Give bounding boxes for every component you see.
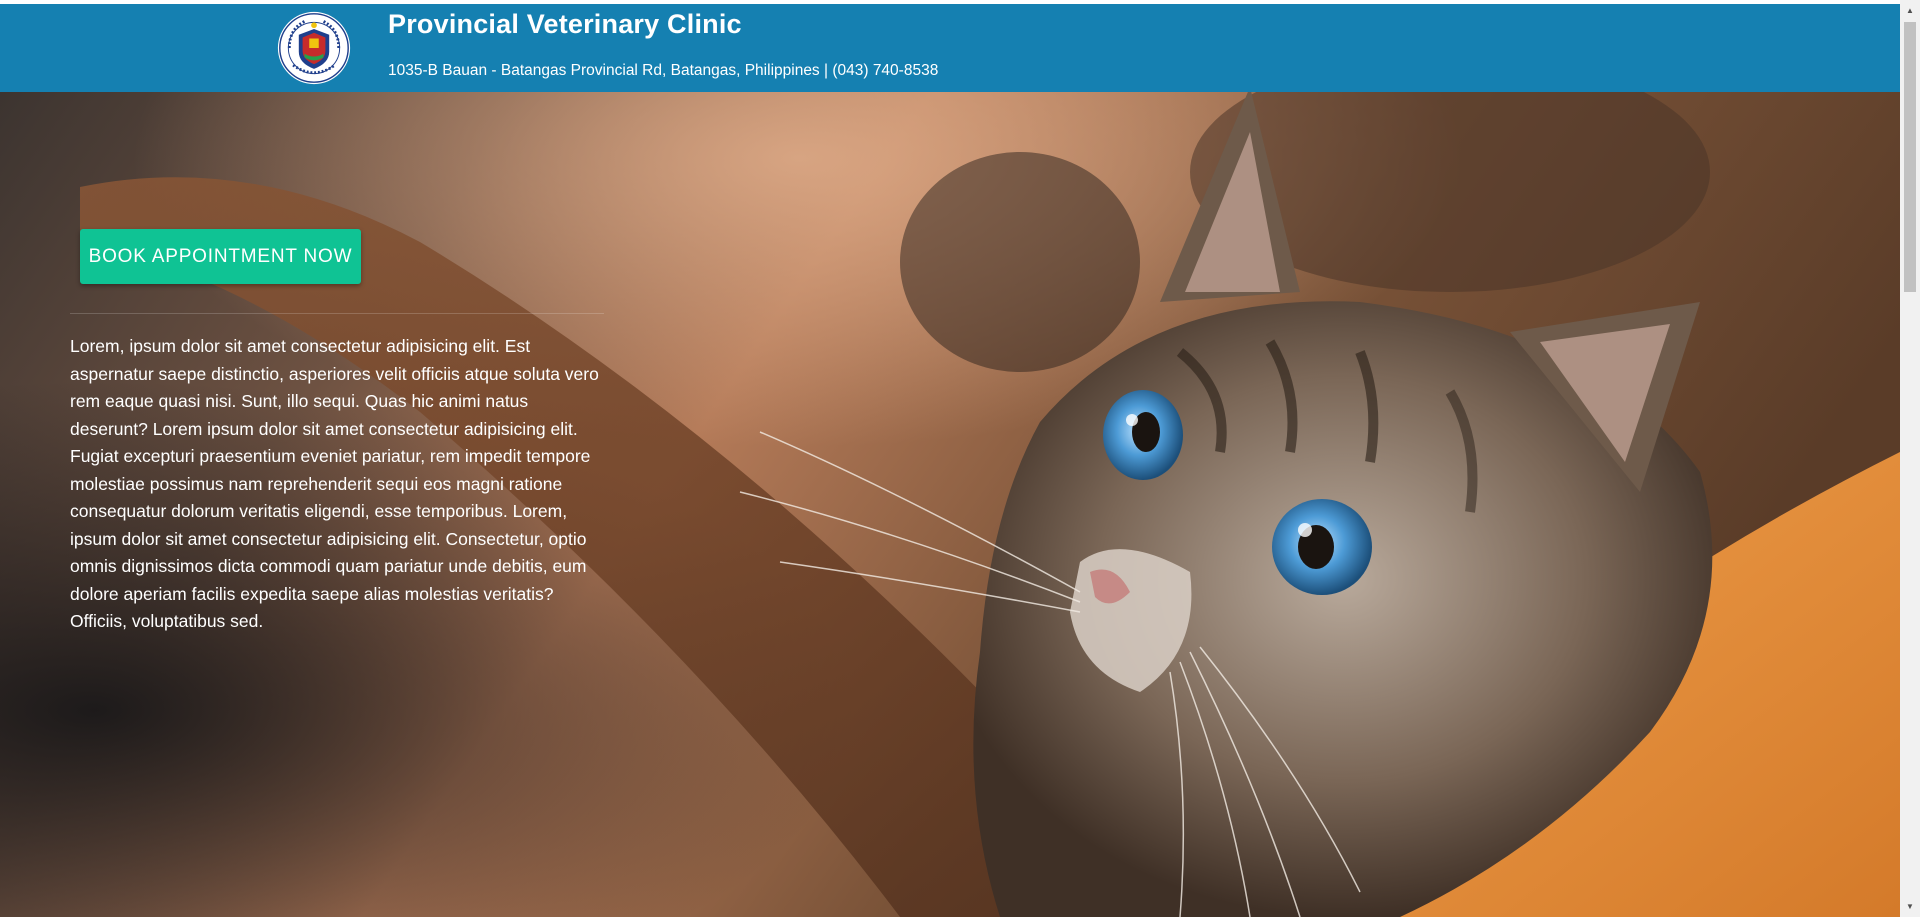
hero-section: BOOK APPOINTMENT NOW Lorem, ipsum dolor …: [0, 92, 1900, 917]
page: Provincial Veterinary Clinic 1035-B Baua…: [0, 0, 1920, 917]
scrollbar-thumb[interactable]: [1904, 22, 1916, 292]
hero-divider: [70, 313, 604, 314]
provincial-seal-logo[interactable]: [276, 10, 352, 86]
site-title: Provincial Veterinary Clinic: [388, 9, 742, 39]
triangle-up-icon[interactable]: ▲: [1900, 2, 1920, 19]
clinic-address: 1035-B Bauan - Batangas Provincial Rd, B…: [388, 62, 939, 79]
site-header: Provincial Veterinary Clinic 1035-B Baua…: [0, 4, 1900, 92]
hero-description: Lorem, ipsum dolor sit amet consectetur …: [70, 336, 599, 631]
triangle-down-icon[interactable]: ▼: [1900, 898, 1920, 915]
vertical-scrollbar[interactable]: ▲ ▼: [1900, 0, 1920, 917]
book-appointment-button[interactable]: BOOK APPOINTMENT NOW: [80, 229, 361, 284]
